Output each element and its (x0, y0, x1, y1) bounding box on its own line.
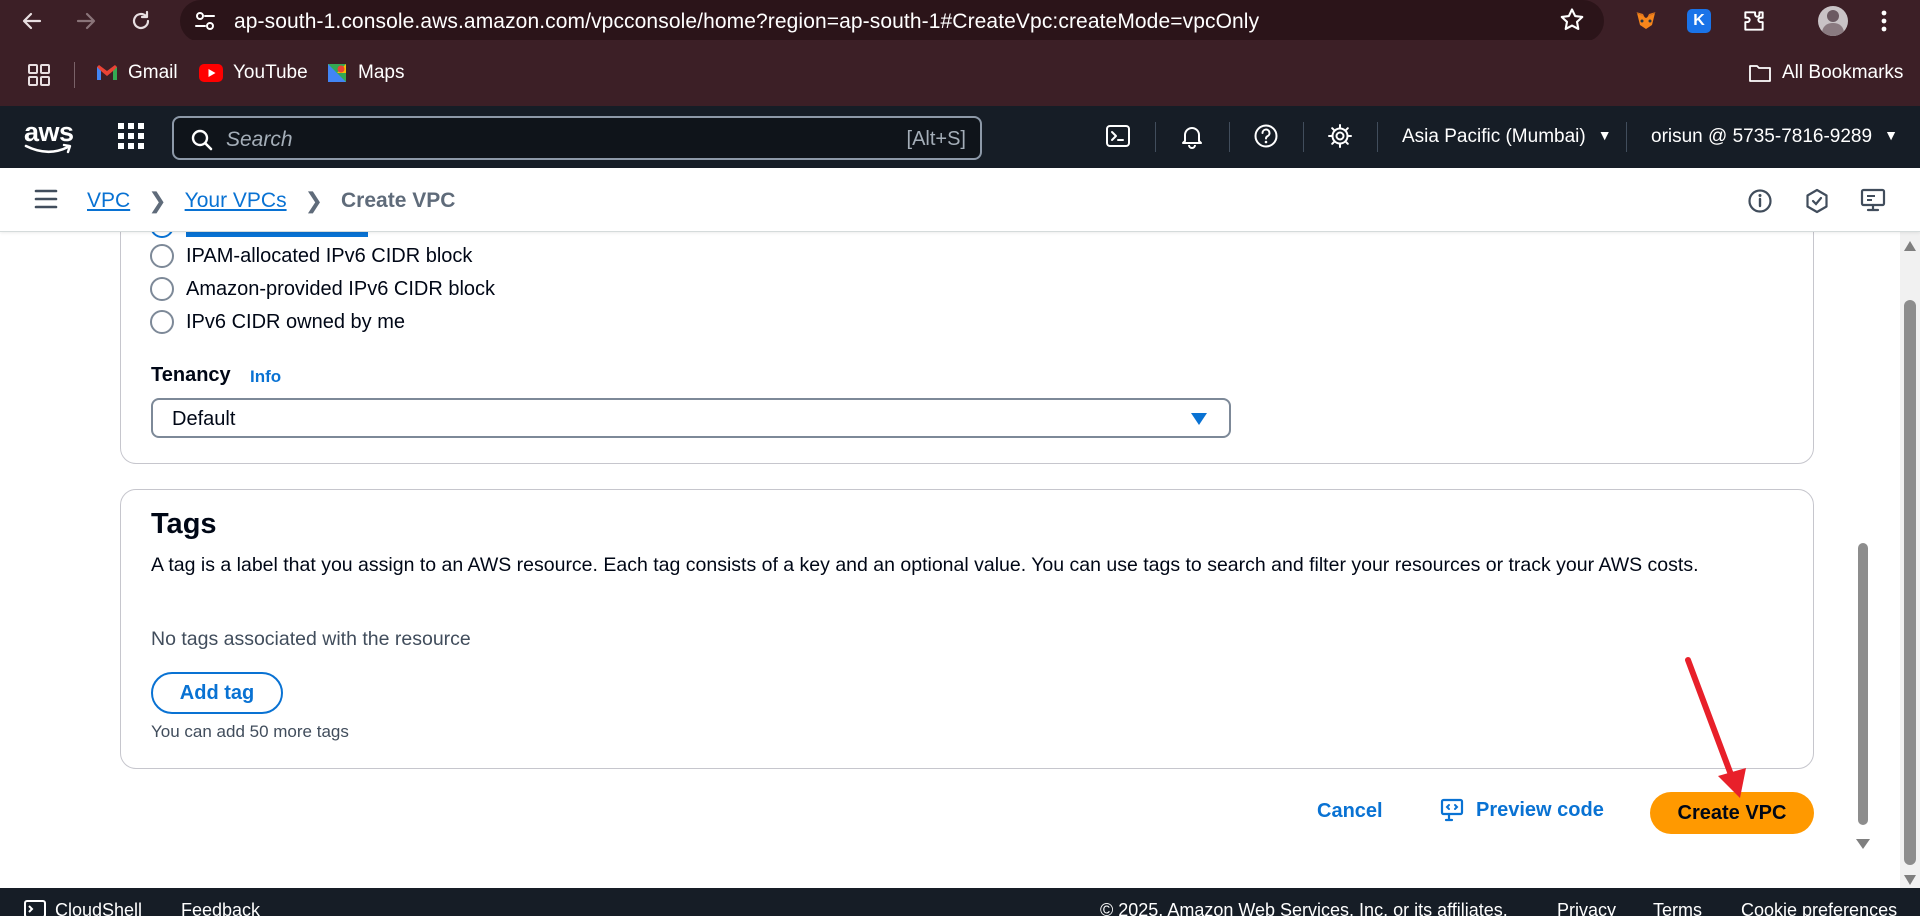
back-icon[interactable] (16, 5, 48, 37)
gmail-icon (97, 65, 117, 80)
nav-divider (1155, 122, 1156, 152)
account-menu[interactable]: orisun @ 5735-7816-9289 ▼ (1651, 126, 1898, 148)
feedback-screen-icon[interactable] (1859, 186, 1889, 216)
address-bar[interactable]: ap-south-1.console.aws.amazon.com/vpccon… (180, 0, 1604, 42)
all-bookmarks[interactable]: All Bookmarks (1748, 62, 1903, 84)
no-tags-message: No tags associated with the resource (151, 628, 471, 650)
nav-divider (1626, 122, 1627, 152)
tags-heading: Tags (151, 508, 217, 540)
maps-icon (328, 64, 346, 82)
bookmark-star-icon[interactable] (1558, 6, 1586, 39)
cloudshell-icon[interactable] (1102, 120, 1134, 152)
inner-scroll-down-icon[interactable] (1856, 836, 1870, 854)
main-content: IPAM-allocated IPv6 CIDR block Amazon-pr… (0, 232, 1900, 888)
cloudshell-footer-icon[interactable] (24, 900, 46, 916)
footer-feedback[interactable]: Feedback (181, 900, 260, 916)
inner-scroll-up-icon[interactable] (1856, 232, 1870, 244)
reload-icon[interactable] (125, 5, 157, 37)
forward-icon[interactable] (70, 5, 102, 37)
footer-cloudshell[interactable]: CloudShell (55, 900, 142, 916)
nav-divider (1229, 122, 1230, 152)
browser-toolbar: ap-south-1.console.aws.amazon.com/vpccon… (0, 0, 1920, 42)
url-text[interactable]: ap-south-1.console.aws.amazon.com/vpccon… (234, 10, 1259, 34)
tenancy-info-link[interactable]: Info (250, 367, 281, 387)
chevron-right-icon: ❯ (148, 188, 167, 213)
caret-down-icon: ▼ (1884, 127, 1898, 143)
aws-logo[interactable]: aws (24, 118, 74, 155)
search-icon (190, 128, 214, 157)
code-preview-icon (1440, 798, 1464, 822)
tenancy-label: Tenancy (151, 364, 231, 386)
info-panel-icon[interactable] (1745, 186, 1775, 216)
breadcrumb-vpc[interactable]: VPC (87, 189, 130, 213)
services-grid-icon[interactable] (118, 123, 144, 154)
youtube-icon (199, 64, 223, 82)
breadcrumb-bar: VPC ❯ Your VPCs ❯ Create VPC (0, 168, 1920, 232)
bookmark-gmail[interactable]: Gmail (96, 62, 178, 84)
footer-cookie-preferences[interactable]: Cookie preferences (1741, 900, 1897, 916)
ipv6-option-amazon[interactable]: Amazon-provided IPv6 CIDR block (150, 277, 495, 301)
tags-description: A tag is a label that you assign to an A… (151, 554, 1699, 576)
tenancy-select[interactable]: Default (151, 398, 1231, 438)
footer-privacy[interactable]: Privacy (1557, 900, 1616, 916)
breadcrumb: VPC ❯ Your VPCs ❯ Create VPC (87, 188, 455, 214)
help-icon[interactable] (1250, 120, 1282, 152)
cancel-button[interactable]: Cancel (1317, 800, 1383, 823)
radio-button[interactable] (150, 244, 174, 268)
bookmark-youtube[interactable]: YouTube (199, 62, 308, 84)
radio-button[interactable] (150, 310, 174, 334)
preview-code-button[interactable]: Preview code (1440, 798, 1604, 822)
radio-button[interactable] (150, 277, 174, 301)
footer-terms[interactable]: Terms (1653, 900, 1702, 916)
notifications-bell-icon[interactable] (1176, 120, 1208, 152)
ipv6-option-ipam[interactable]: IPAM-allocated IPv6 CIDR block (150, 244, 472, 268)
tags-panel: Tags A tag is a label that you assign to… (120, 489, 1814, 769)
hamburger-menu-icon[interactable] (34, 188, 58, 215)
metamask-icon[interactable] (1630, 5, 1662, 37)
inner-scrollbar-thumb[interactable] (1858, 543, 1868, 825)
browser-menu-icon[interactable] (1868, 5, 1900, 37)
chevron-right-icon: ❯ (304, 188, 324, 213)
aws-top-nav: aws Search [Alt+S] Asia Pacific (Mumbai)… (0, 106, 1920, 168)
tags-remaining-hint: You can add 50 more tags (151, 722, 349, 741)
folder-icon (1749, 65, 1771, 82)
breadcrumb-current: Create VPC (341, 189, 456, 212)
breadcrumb-your-vpcs[interactable]: Your VPCs (185, 189, 287, 213)
nav-divider (1377, 122, 1378, 152)
bookmarks-divider (74, 62, 75, 88)
scroll-up-icon[interactable] (1904, 238, 1916, 256)
extensions-puzzle-icon[interactable] (1738, 5, 1770, 37)
aws-search-input[interactable]: Search [Alt+S] (172, 116, 982, 160)
settings-gear-icon[interactable] (1324, 120, 1356, 152)
security-hexagon-icon[interactable] (1802, 186, 1832, 216)
page-scrollbar-thumb[interactable] (1904, 300, 1916, 865)
console-footer: CloudShell Feedback © 2025, Amazon Web S… (0, 888, 1920, 916)
footer-copyright: © 2025, Amazon Web Services, Inc. or its… (1100, 900, 1508, 916)
caret-down-icon: ▼ (1597, 127, 1612, 143)
bookmark-maps[interactable]: Maps (326, 62, 404, 84)
caret-down-icon (1191, 412, 1207, 430)
create-vpc-button[interactable]: Create VPC (1650, 792, 1814, 834)
site-info-icon[interactable] (192, 8, 218, 39)
apps-grid-icon[interactable] (27, 63, 51, 92)
ipv6-option-owned[interactable]: IPv6 CIDR owned by me (150, 310, 405, 334)
add-tag-button[interactable]: Add tag (151, 672, 283, 714)
profile-avatar-icon[interactable] (1817, 5, 1849, 37)
region-selector[interactable]: Asia Pacific (Mumbai) ▼ (1402, 126, 1612, 148)
k-extension-icon[interactable]: K (1683, 5, 1715, 37)
selected-option-highlight (186, 232, 368, 237)
nav-divider (1303, 122, 1304, 152)
